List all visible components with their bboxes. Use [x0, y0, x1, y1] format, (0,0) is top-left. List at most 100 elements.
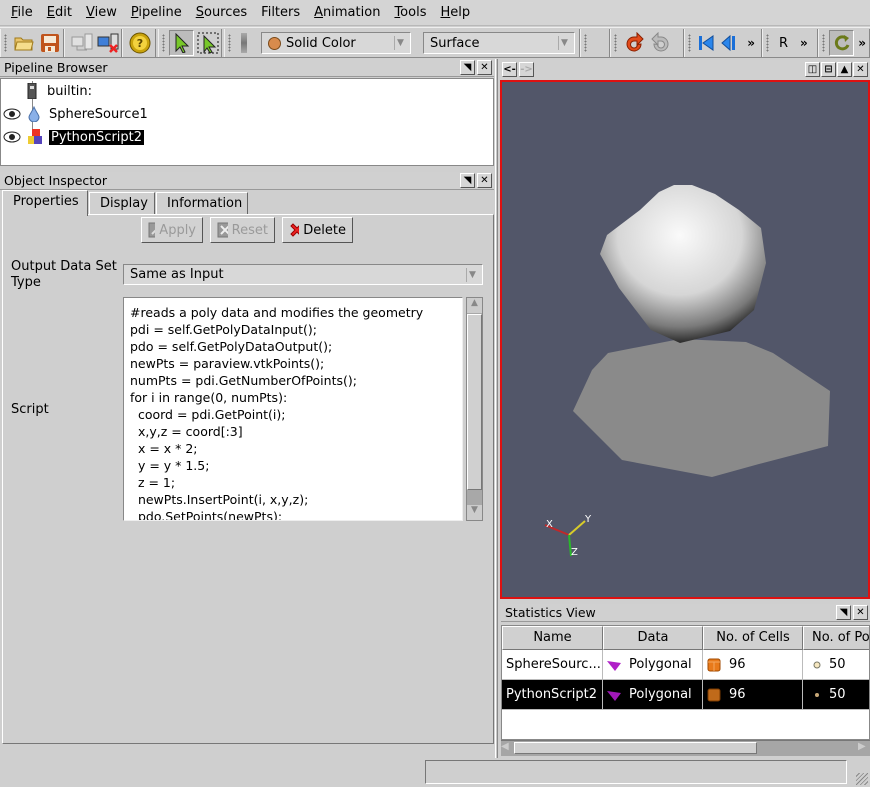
toolbar-grip [584, 34, 587, 52]
render-view[interactable]: X Y Z [500, 80, 870, 599]
save-icon [40, 34, 59, 52]
open-button[interactable] [11, 30, 36, 56]
apply-button[interactable]: Apply [141, 217, 203, 243]
y-axis-label: Y [584, 514, 592, 525]
split-horizontal-button[interactable]: ◫ [805, 62, 820, 77]
close-view-button[interactable]: ✕ [853, 62, 868, 77]
toolbar-overflow-button[interactable]: » [794, 36, 814, 50]
toolbar-grip [766, 34, 769, 52]
help-button[interactable]: ? [127, 30, 153, 56]
point-icon [813, 661, 821, 668]
scroll-down-arrow[interactable]: ▼ [467, 505, 482, 520]
statistics-table: Name Data No. of Cells No. of Po SphereS… [501, 625, 870, 740]
maximize-button[interactable]: ▲ [837, 62, 852, 77]
undo-button[interactable] [621, 30, 647, 56]
view-back-button[interactable]: <- [502, 62, 517, 77]
tab-information[interactable]: Information [156, 192, 248, 215]
delete-button[interactable]: Delete [282, 217, 353, 243]
output-type-select[interactable]: Same as Input ▼ [123, 264, 483, 285]
first-frame-icon [699, 35, 714, 51]
redo-button[interactable] [648, 30, 674, 56]
first-frame-button[interactable] [695, 30, 717, 56]
interact-select-button[interactable] [169, 30, 195, 56]
float-button[interactable]: ◥ [460, 60, 475, 75]
menu-help[interactable]: Help [433, 5, 477, 20]
dropdown-arrow-icon: ▼ [394, 36, 406, 50]
help-toolbar: ? [122, 29, 156, 57]
close-button[interactable]: ✕ [477, 60, 492, 75]
reset-center-button[interactable] [829, 30, 855, 56]
toolbar-grip[interactable] [4, 34, 7, 52]
menu-filters[interactable]: Filters [254, 5, 307, 20]
solid-color-swatch-icon [268, 36, 281, 50]
python-script-icon [28, 129, 42, 144]
cell-cells: 96 [703, 680, 803, 710]
scrollbar-thumb[interactable] [514, 742, 757, 754]
eye-visible-icon[interactable] [3, 131, 21, 143]
column-header-name[interactable]: Name [502, 626, 603, 650]
column-header-data[interactable]: Data [603, 626, 703, 650]
connect-button[interactable] [69, 30, 94, 56]
rubber-band-select-button[interactable] [195, 30, 220, 56]
dock-buttons: ◥ ✕ [460, 173, 492, 188]
float-button[interactable]: ◥ [460, 173, 475, 188]
view-forward-button[interactable]: -> [519, 62, 534, 77]
menu-sources[interactable]: Sources [189, 5, 254, 20]
toolbar-overflow-button[interactable]: » [741, 36, 761, 50]
scalar-bar-toggle[interactable] [241, 33, 247, 53]
scrollbar-thumb[interactable] [467, 314, 482, 490]
split-vertical-button[interactable]: ⊟ [821, 62, 836, 77]
view-toolbar: <- -> ◫ ⊟ ▲ ✕ [498, 60, 870, 80]
color-by-select[interactable]: Solid Color ▼ [261, 32, 411, 54]
reset-camera-icon [834, 35, 850, 51]
y-axis [568, 520, 586, 536]
cell-cube-icon [707, 658, 721, 671]
open-folder-icon [13, 37, 34, 51]
scroll-right-arrow[interactable]: ▶ [858, 741, 870, 756]
representation-select[interactable]: Surface ▼ [423, 32, 575, 54]
close-button[interactable]: ✕ [853, 605, 868, 620]
render-canvas: X Y Z [544, 185, 830, 558]
close-button[interactable]: ✕ [477, 173, 492, 188]
pipeline-item-builtin[interactable]: builtin: [1, 80, 94, 102]
cell-cube-icon [707, 688, 721, 701]
tab-properties[interactable]: Properties [2, 190, 88, 216]
pipeline-item-pythonscript2[interactable]: PythonScript2 [1, 126, 146, 148]
scroll-left-arrow[interactable]: ◀ [501, 741, 513, 756]
z-axis-label: Z [571, 547, 578, 558]
reset-button[interactable]: Reset [210, 217, 275, 243]
menu-pipeline[interactable]: Pipeline [124, 5, 189, 20]
progress-bar [425, 760, 847, 784]
previous-frame-icon [721, 34, 736, 52]
script-editor[interactable]: #reads a poly data and modifies the geom… [123, 297, 463, 521]
menu-edit[interactable]: Edit [40, 5, 79, 20]
statistics-horizontal-scrollbar[interactable]: ◀ ▶ [501, 740, 870, 756]
column-header-points[interactable]: No. of Po [803, 626, 869, 650]
cell-name: PythonScript2 [502, 680, 603, 710]
toolbar-overflow-button[interactable]: » [855, 36, 869, 50]
resize-grip[interactable] [856, 773, 868, 785]
column-header-cells[interactable]: No. of Cells [703, 626, 803, 650]
menu-animation[interactable]: Animation [307, 5, 387, 20]
pipeline-item-spheresource1[interactable]: SphereSource1 [1, 103, 150, 125]
polygonal-data-icon [607, 660, 621, 671]
menu-file[interactable]: File [4, 5, 40, 20]
pipeline-browser-title: Pipeline Browser [4, 60, 108, 75]
float-button[interactable]: ◥ [836, 605, 851, 620]
menu-view[interactable]: View [79, 5, 124, 20]
toolbar-grip [614, 34, 617, 52]
redo-icon [651, 32, 669, 52]
reset-view-button[interactable]: R [773, 36, 794, 51]
tab-display[interactable]: Display [89, 192, 155, 215]
eye-visible-icon[interactable] [3, 108, 21, 120]
menu-tools[interactable]: Tools [387, 5, 433, 20]
undo-icon [626, 32, 644, 52]
splitter[interactable] [495, 59, 498, 758]
disconnect-button[interactable] [95, 30, 120, 56]
scroll-up-arrow[interactable]: ▲ [467, 298, 482, 313]
previous-frame-button[interactable] [718, 30, 740, 56]
save-button[interactable] [37, 30, 62, 56]
svg-text:?: ? [137, 37, 143, 50]
toolbar-grip [822, 34, 825, 52]
script-scrollbar[interactable]: ▲ ▼ [466, 297, 483, 521]
